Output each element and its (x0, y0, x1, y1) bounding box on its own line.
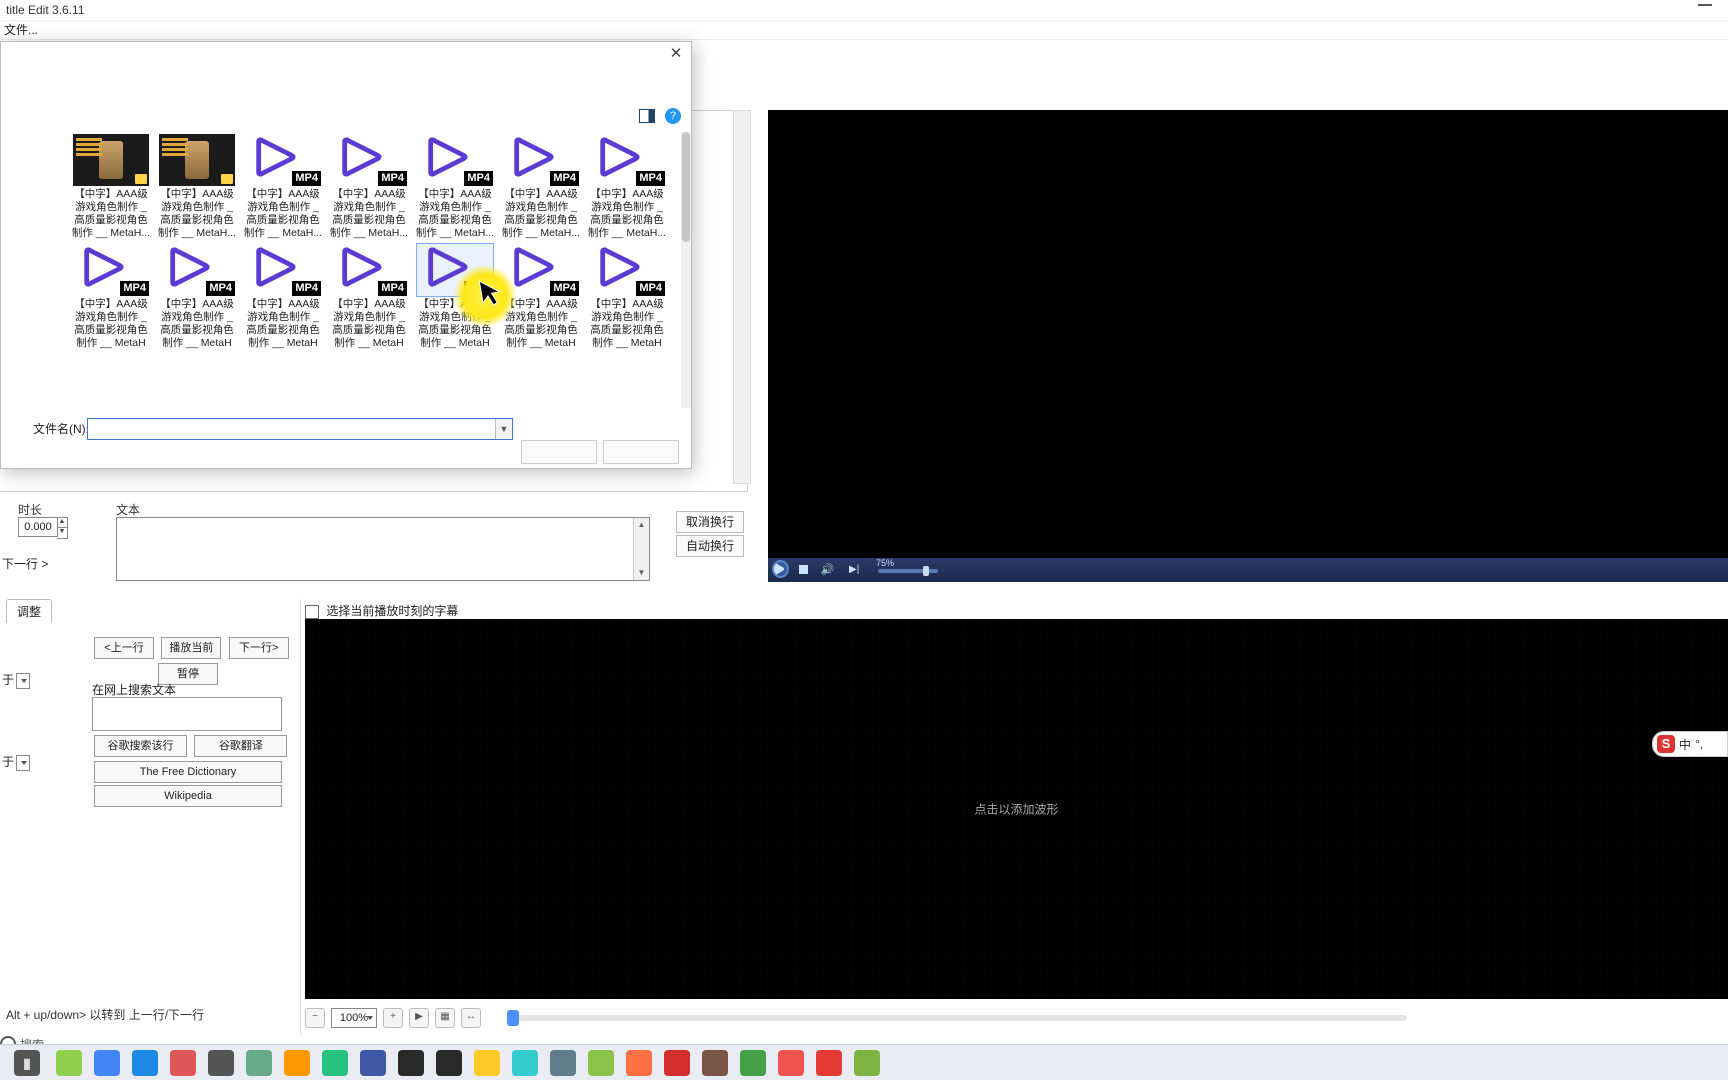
label: 于 (2, 755, 14, 769)
file-tile[interactable]: MP4【中字】AAA级游戏角色制作 _ 高质量影视角色制作 __ MetaH (585, 244, 669, 352)
waveform-area[interactable]: 点击以添加波形 (305, 619, 1728, 999)
zoom-level-combo[interactable]: 100% (331, 1008, 377, 1028)
duration-label: 时长 (18, 501, 42, 518)
taskbar-app-icon[interactable] (778, 1050, 804, 1076)
web-search-input[interactable] (92, 697, 282, 731)
volume-icon[interactable]: 🔊 (821, 563, 837, 579)
taskbar-app-icon[interactable] (664, 1050, 690, 1076)
taskbar-app-icon[interactable] (246, 1050, 272, 1076)
duration-input[interactable]: 0.000 (18, 517, 58, 537)
select-playhead-label: 选择当前播放时刻的字幕 (326, 604, 458, 618)
taskbar-app-icon[interactable] (550, 1050, 576, 1076)
file-tile[interactable]: MP4【中字】AAA级游戏角色制作 _ 高质量影视角色制作 __ MetaH (499, 244, 583, 352)
taskbar-app-icon[interactable] (170, 1050, 196, 1076)
tab-adjust[interactable]: 调整 (6, 599, 52, 623)
waveform-hint: 点击以添加波形 (974, 801, 1058, 818)
taskbar-app-icon[interactable] (132, 1050, 158, 1076)
dialog-open-button[interactable] (521, 440, 597, 464)
dialog-close-button[interactable]: ✕ (667, 46, 685, 64)
ime-logo-icon: S (1657, 735, 1675, 753)
video-controls: 🔊 ▶| 75% (768, 558, 1728, 582)
taskbar-app-icon[interactable] (322, 1050, 348, 1076)
select-playhead-checkbox[interactable] (305, 605, 319, 619)
keyboard-hint: Alt + up/down> 以转到 上一行/下一行 (0, 1002, 210, 1027)
taskbar-app-icon[interactable] (94, 1050, 120, 1076)
taskbar-app-icon[interactable] (740, 1050, 766, 1076)
window-minimize-button[interactable] (1698, 4, 1712, 6)
file-tile[interactable]: MP4【中字】AAA级游戏角色制作 _ 高质量影视角色制作 __ MetaH (413, 244, 497, 352)
cancel-wrap-button[interactable]: 取消换行 (676, 511, 744, 533)
filename-label: 文件名(N): (33, 420, 89, 437)
file-tile[interactable]: 【中字】AAA级游戏角色制作 _ 高质量影视角色制作 __ MetaH... (69, 134, 153, 242)
open-file-dialog: ✕ ? 【中字】AAA级游戏角色制作 _ 高质量影视角色制作 __ MetaH.… (0, 41, 692, 469)
help-icon[interactable]: ? (665, 108, 681, 124)
video-zoom-label: 75% (876, 558, 894, 568)
taskbar: ▮ (0, 1044, 1728, 1080)
taskbar-app-icon[interactable] (208, 1050, 234, 1076)
prev-line-button[interactable]: <上一行 (94, 637, 154, 659)
zoom-in-icon[interactable]: + (383, 1008, 403, 1028)
next-frame-button[interactable]: ▶| (849, 564, 865, 580)
taskbar-app-icon[interactable] (360, 1050, 386, 1076)
taskbar-app-icon[interactable] (854, 1050, 880, 1076)
combo[interactable] (16, 755, 30, 771)
taskbar-app-icon[interactable] (436, 1050, 462, 1076)
file-tile[interactable]: MP4【中字】AAA级游戏角色制作 _ 高质量影视角色制作 __ MetaH (155, 244, 239, 352)
dialog-hint: 文件... (0, 21, 1728, 40)
wave-play-icon[interactable]: ▶ (409, 1008, 429, 1028)
view-mode-icon[interactable] (639, 109, 655, 123)
text-label: 文本 (116, 501, 140, 518)
file-tile[interactable]: 【中字】AAA级游戏角色制作 _ 高质量影视角色制作 __ MetaH... (155, 134, 239, 242)
label: 于 (2, 673, 14, 687)
taskbar-app-icon[interactable] (398, 1050, 424, 1076)
taskbar-app-icon[interactable] (588, 1050, 614, 1076)
duration-spinner[interactable]: ▲▼ (57, 517, 68, 539)
play-current-button[interactable]: 播放当前 (161, 637, 221, 659)
ime-lang: 中 (1679, 736, 1691, 753)
video-zoom-slider[interactable] (878, 569, 938, 573)
file-tile[interactable]: MP4【中字】AAA级游戏角色制作 _ 高质量影视角色制作 __ MetaH..… (585, 134, 669, 242)
dialog-nav-pane[interactable] (1, 128, 65, 408)
play-button[interactable] (774, 562, 787, 576)
next-line-button[interactable]: 下一行> (229, 637, 289, 659)
taskbar-app-icon[interactable] (816, 1050, 842, 1076)
taskbar-app-icon[interactable] (284, 1050, 310, 1076)
dialog-cancel-button[interactable] (603, 440, 679, 464)
ime-indicator[interactable]: S 中 °, (1652, 731, 1728, 757)
zoom-out-icon[interactable]: − (305, 1008, 325, 1028)
filename-dropdown-icon[interactable]: ▼ (495, 419, 512, 439)
taskbar-app-icon[interactable] (512, 1050, 538, 1076)
file-tile[interactable]: MP4【中字】AAA级游戏角色制作 _ 高质量影视角色制作 __ MetaH..… (413, 134, 497, 242)
next-line-link[interactable]: 下一行 > (2, 555, 48, 572)
window-title: title Edit 3.6.11 (6, 3, 85, 17)
wikipedia-button[interactable]: Wikipedia (94, 785, 282, 807)
google-translate-button[interactable]: 谷歌翻译 (194, 735, 287, 757)
taskbar-app-icon[interactable] (474, 1050, 500, 1076)
stop-button[interactable] (799, 565, 808, 574)
taskbar-app-icon[interactable]: ▮ (14, 1050, 40, 1076)
taskbar-app-icon[interactable] (56, 1050, 82, 1076)
tfd-button[interactable]: The Free Dictionary (94, 761, 282, 783)
taskbar-app-icon[interactable] (702, 1050, 728, 1076)
google-search-button[interactable]: 谷歌搜索该行 (94, 735, 187, 757)
ime-more: °, (1695, 737, 1703, 751)
combo[interactable] (16, 673, 30, 689)
auto-wrap-button[interactable]: 自动换行 (676, 535, 744, 557)
filename-input[interactable]: ▼ (87, 418, 513, 440)
file-tile[interactable]: MP4【中字】AAA级游戏角色制作 _ 高质量影视角色制作 __ MetaH (327, 244, 411, 352)
web-search-label: 在网上搜索文本 (92, 681, 176, 698)
taskbar-app-icon[interactable] (626, 1050, 652, 1076)
file-tile[interactable]: MP4【中字】AAA级游戏角色制作 _ 高质量影视角色制作 __ MetaH (241, 244, 325, 352)
wave-more-icon[interactable]: ↔ (461, 1008, 481, 1028)
subtitle-text-input[interactable]: ▲▼ (116, 517, 650, 581)
wave-grid-icon[interactable]: ▦ (435, 1008, 455, 1028)
waveform-seek-slider[interactable] (507, 1015, 1407, 1021)
dialog-scrollbar[interactable] (681, 132, 691, 408)
file-tiles-area[interactable]: 【中字】AAA级游戏角色制作 _ 高质量影视角色制作 __ MetaH...【中… (65, 128, 691, 408)
video-player[interactable]: 🔊 ▶| 75% (768, 110, 1728, 582)
file-tile[interactable]: MP4【中字】AAA级游戏角色制作 _ 高质量影视角色制作 __ MetaH (69, 244, 153, 352)
file-tile[interactable]: MP4【中字】AAA级游戏角色制作 _ 高质量影视角色制作 __ MetaH..… (499, 134, 583, 242)
file-tile[interactable]: MP4【中字】AAA级游戏角色制作 _ 高质量影视角色制作 __ MetaH..… (327, 134, 411, 242)
file-tile[interactable]: MP4【中字】AAA级游戏角色制作 _ 高质量影视角色制作 __ MetaH..… (241, 134, 325, 242)
